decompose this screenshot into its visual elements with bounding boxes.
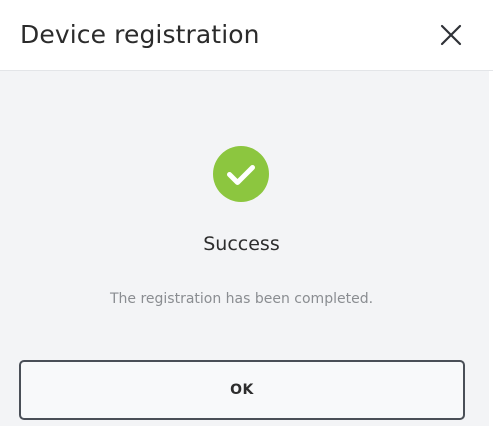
dialog-body: Success The registration has been comple… [0, 71, 493, 426]
close-icon [434, 18, 468, 52]
success-message: The registration has been completed. [109, 291, 374, 307]
check-circle-icon [213, 146, 269, 202]
dialog-right-edge [489, 71, 493, 426]
dialog-title: Device registration [20, 20, 260, 49]
device-registration-dialog: Device registration Success The registra… [0, 0, 493, 426]
close-button[interactable] [434, 18, 468, 52]
success-heading: Success [203, 233, 280, 255]
ok-button[interactable]: OK [19, 360, 465, 420]
dialog-header: Device registration [0, 0, 493, 71]
